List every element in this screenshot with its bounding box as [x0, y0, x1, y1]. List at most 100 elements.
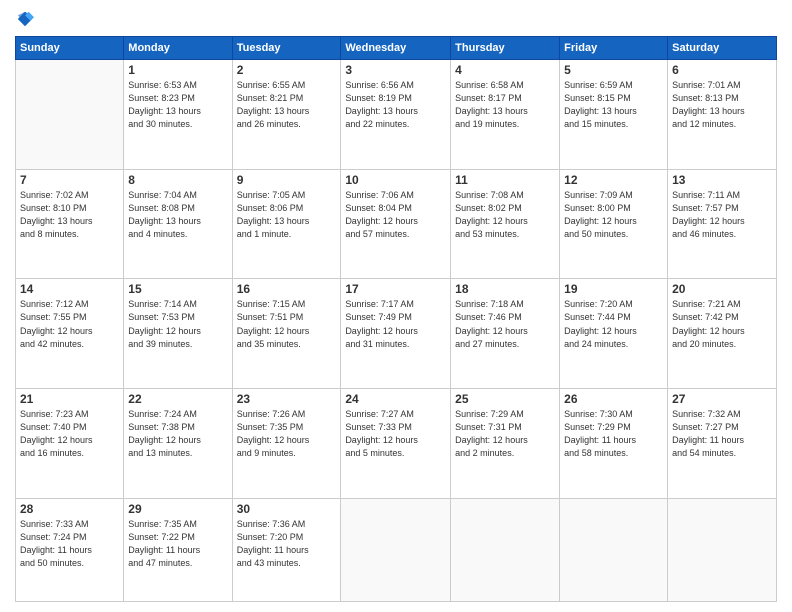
- header: [15, 10, 777, 28]
- day-number: 18: [455, 282, 555, 296]
- day-number: 10: [345, 173, 446, 187]
- logo: [15, 10, 34, 28]
- calendar-cell: 30 Sunrise: 7:36 AM Sunset: 7:20 PM Dayli…: [232, 498, 341, 601]
- day-detail: Sunrise: 6:55 AM Sunset: 8:21 PM Dayligh…: [237, 79, 337, 131]
- day-number: 14: [20, 282, 119, 296]
- day-number: 20: [672, 282, 772, 296]
- calendar-cell: 17 Sunrise: 7:17 AM Sunset: 7:49 PM Dayli…: [341, 279, 451, 389]
- weekday-header-monday: Monday: [124, 37, 232, 60]
- weekday-header-thursday: Thursday: [451, 37, 560, 60]
- calendar-week-row: 14 Sunrise: 7:12 AM Sunset: 7:55 PM Dayli…: [16, 279, 777, 389]
- day-detail: Sunrise: 7:32 AM Sunset: 7:27 PM Dayligh…: [672, 408, 772, 460]
- calendar-cell: 29Sunrise: 7:35 AM Sunset: 7:22 PM Dayli…: [124, 498, 232, 601]
- calendar-cell: [341, 498, 451, 601]
- day-number: 25: [455, 392, 555, 406]
- calendar-cell: 12 Sunrise: 7:09 AM Sunset: 8:00 PM Dayli…: [560, 169, 668, 279]
- day-detail: Sunrise: 7:05 AM Sunset: 8:06 PM Dayligh…: [237, 189, 337, 241]
- day-detail: Sunrise: 6:58 AM Sunset: 8:17 PM Dayligh…: [455, 79, 555, 131]
- page: SundayMondayTuesdayWednesdayThursdayFrid…: [0, 0, 792, 612]
- day-detail: Sunrise: 7:15 AM Sunset: 7:51 PM Dayligh…: [237, 298, 337, 350]
- logo-icon: [16, 10, 34, 28]
- day-number: 30: [237, 502, 337, 516]
- day-detail: Sunrise: 7:20 AM Sunset: 7:44 PM Dayligh…: [564, 298, 663, 350]
- calendar-cell: 24 Sunrise: 7:27 AM Sunset: 7:33 PM Dayli…: [341, 389, 451, 499]
- calendar-cell: [451, 498, 560, 601]
- calendar-week-row: 7Sunrise: 7:02 AM Sunset: 8:10 PM Daylig…: [16, 169, 777, 279]
- calendar-cell: 14 Sunrise: 7:12 AM Sunset: 7:55 PM Dayli…: [16, 279, 124, 389]
- calendar-cell: 4 Sunrise: 6:58 AM Sunset: 8:17 PM Daylig…: [451, 60, 560, 170]
- calendar-cell: [16, 60, 124, 170]
- weekday-header-saturday: Saturday: [668, 37, 777, 60]
- calendar-cell: 11 Sunrise: 7:08 AM Sunset: 8:02 PM Dayli…: [451, 169, 560, 279]
- weekday-header-row: SundayMondayTuesdayWednesdayThursdayFrid…: [16, 37, 777, 60]
- day-detail: Sunrise: 7:08 AM Sunset: 8:02 PM Dayligh…: [455, 189, 555, 241]
- day-detail: Sunrise: 6:59 AM Sunset: 8:15 PM Dayligh…: [564, 79, 663, 131]
- calendar-cell: 10 Sunrise: 7:06 AM Sunset: 8:04 PM Dayli…: [341, 169, 451, 279]
- day-number: 23: [237, 392, 337, 406]
- day-number: 7: [20, 173, 119, 187]
- day-number: 1: [128, 63, 227, 77]
- calendar-cell: 2Sunrise: 6:55 AM Sunset: 8:21 PM Daylig…: [232, 60, 341, 170]
- day-detail: Sunrise: 7:29 AM Sunset: 7:31 PM Dayligh…: [455, 408, 555, 460]
- calendar-cell: 3 Sunrise: 6:56 AM Sunset: 8:19 PM Daylig…: [341, 60, 451, 170]
- weekday-header-wednesday: Wednesday: [341, 37, 451, 60]
- day-number: 6: [672, 63, 772, 77]
- calendar-cell: 13Sunrise: 7:11 AM Sunset: 7:57 PM Dayli…: [668, 169, 777, 279]
- day-number: 11: [455, 173, 555, 187]
- calendar-cell: 23 Sunrise: 7:26 AM Sunset: 7:35 PM Dayli…: [232, 389, 341, 499]
- calendar-cell: 18 Sunrise: 7:18 AM Sunset: 7:46 PM Dayli…: [451, 279, 560, 389]
- calendar-cell: 5 Sunrise: 6:59 AM Sunset: 8:15 PM Daylig…: [560, 60, 668, 170]
- day-detail: Sunrise: 7:26 AM Sunset: 7:35 PM Dayligh…: [237, 408, 337, 460]
- day-number: 29: [128, 502, 227, 516]
- day-number: 19: [564, 282, 663, 296]
- day-detail: Sunrise: 7:24 AM Sunset: 7:38 PM Dayligh…: [128, 408, 227, 460]
- day-number: 4: [455, 63, 555, 77]
- day-number: 15: [128, 282, 227, 296]
- day-number: 8: [128, 173, 227, 187]
- day-detail: Sunrise: 6:53 AM Sunset: 8:23 PM Dayligh…: [128, 79, 227, 131]
- calendar-week-row: 21Sunrise: 7:23 AM Sunset: 7:40 PM Dayli…: [16, 389, 777, 499]
- day-number: 16: [237, 282, 337, 296]
- day-number: 28: [20, 502, 119, 516]
- day-detail: Sunrise: 7:17 AM Sunset: 7:49 PM Dayligh…: [345, 298, 446, 350]
- day-detail: Sunrise: 7:01 AM Sunset: 8:13 PM Dayligh…: [672, 79, 772, 131]
- calendar-cell: 16 Sunrise: 7:15 AM Sunset: 7:51 PM Dayli…: [232, 279, 341, 389]
- calendar-table: SundayMondayTuesdayWednesdayThursdayFrid…: [15, 36, 777, 602]
- day-detail: Sunrise: 7:09 AM Sunset: 8:00 PM Dayligh…: [564, 189, 663, 241]
- calendar-cell: [668, 498, 777, 601]
- day-number: 24: [345, 392, 446, 406]
- day-number: 17: [345, 282, 446, 296]
- day-detail: Sunrise: 7:27 AM Sunset: 7:33 PM Dayligh…: [345, 408, 446, 460]
- day-number: 5: [564, 63, 663, 77]
- weekday-header-tuesday: Tuesday: [232, 37, 341, 60]
- day-number: 22: [128, 392, 227, 406]
- calendar-week-row: 28 Sunrise: 7:33 AM Sunset: 7:24 PM Dayli…: [16, 498, 777, 601]
- weekday-header-friday: Friday: [560, 37, 668, 60]
- day-detail: Sunrise: 7:30 AM Sunset: 7:29 PM Dayligh…: [564, 408, 663, 460]
- day-detail: Sunrise: 7:06 AM Sunset: 8:04 PM Dayligh…: [345, 189, 446, 241]
- day-detail: Sunrise: 7:04 AM Sunset: 8:08 PM Dayligh…: [128, 189, 227, 241]
- calendar-week-row: 1 Sunrise: 6:53 AM Sunset: 8:23 PM Daylig…: [16, 60, 777, 170]
- day-detail: Sunrise: 7:33 AM Sunset: 7:24 PM Dayligh…: [20, 518, 119, 570]
- calendar-cell: 6 Sunrise: 7:01 AM Sunset: 8:13 PM Daylig…: [668, 60, 777, 170]
- calendar-cell: 27 Sunrise: 7:32 AM Sunset: 7:27 PM Dayli…: [668, 389, 777, 499]
- calendar-cell: 15 Sunrise: 7:14 AM Sunset: 7:53 PM Dayli…: [124, 279, 232, 389]
- day-number: 27: [672, 392, 772, 406]
- day-number: 21: [20, 392, 119, 406]
- day-detail: Sunrise: 6:56 AM Sunset: 8:19 PM Dayligh…: [345, 79, 446, 131]
- calendar-cell: 9Sunrise: 7:05 AM Sunset: 8:06 PM Daylig…: [232, 169, 341, 279]
- calendar-cell: 1 Sunrise: 6:53 AM Sunset: 8:23 PM Daylig…: [124, 60, 232, 170]
- weekday-header-sunday: Sunday: [16, 37, 124, 60]
- day-detail: Sunrise: 7:36 AM Sunset: 7:20 PM Dayligh…: [237, 518, 337, 570]
- day-detail: Sunrise: 7:14 AM Sunset: 7:53 PM Dayligh…: [128, 298, 227, 350]
- day-detail: Sunrise: 7:12 AM Sunset: 7:55 PM Dayligh…: [20, 298, 119, 350]
- calendar-cell: 20 Sunrise: 7:21 AM Sunset: 7:42 PM Dayli…: [668, 279, 777, 389]
- day-detail: Sunrise: 7:21 AM Sunset: 7:42 PM Dayligh…: [672, 298, 772, 350]
- day-number: 12: [564, 173, 663, 187]
- day-number: 3: [345, 63, 446, 77]
- day-number: 26: [564, 392, 663, 406]
- calendar-cell: 7Sunrise: 7:02 AM Sunset: 8:10 PM Daylig…: [16, 169, 124, 279]
- calendar-cell: [560, 498, 668, 601]
- day-detail: Sunrise: 7:18 AM Sunset: 7:46 PM Dayligh…: [455, 298, 555, 350]
- calendar-cell: 21Sunrise: 7:23 AM Sunset: 7:40 PM Dayli…: [16, 389, 124, 499]
